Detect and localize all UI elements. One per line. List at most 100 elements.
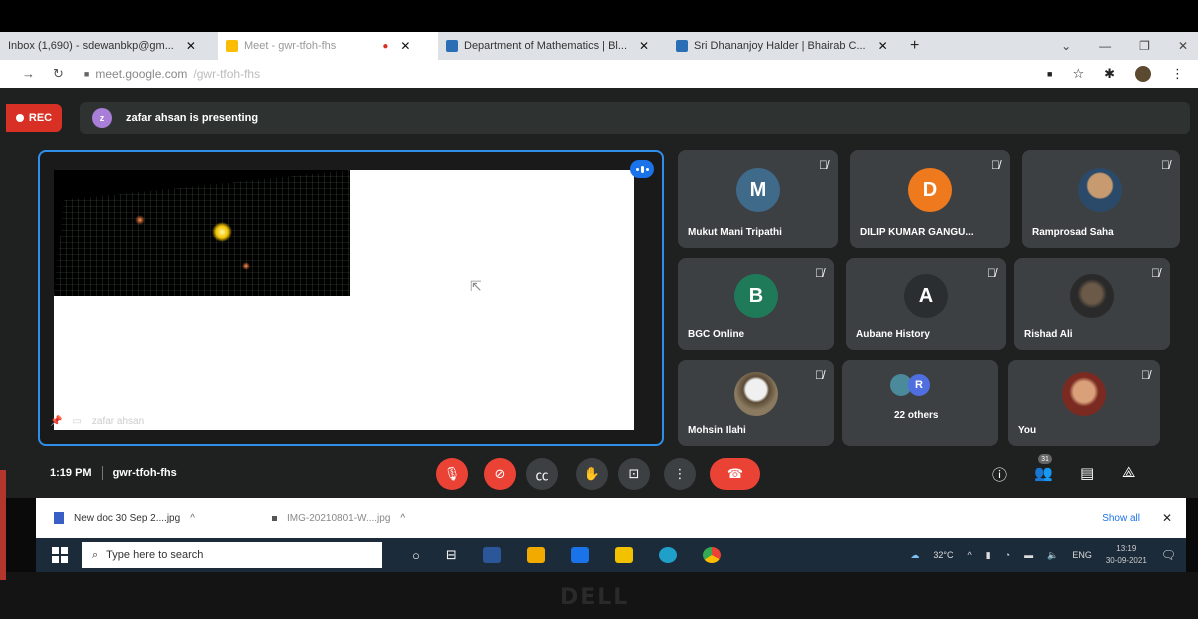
participant-tile[interactable]: 🎙̸ Rishad Ali (1014, 258, 1170, 350)
pinned-apps: ○ ⊟ (412, 547, 721, 563)
camera-indicator-icon[interactable]: ■ (1047, 69, 1052, 79)
close-icon[interactable]: ✕ (400, 39, 410, 53)
screen-share-icon: ▭ (72, 416, 82, 427)
avatar: B (734, 274, 778, 318)
close-icon[interactable]: ✕ (186, 39, 196, 53)
avatar: D (908, 168, 952, 212)
download-filename: IMG-20210801-W....jpg (287, 512, 391, 524)
close-shelf-icon[interactable]: ✕ (1162, 511, 1172, 525)
presentation-tile[interactable]: ⇱ 📌 ▭ zafar ahsan (38, 150, 664, 446)
others-count: 22 others (894, 410, 939, 421)
weather-temp[interactable]: 32°C (933, 550, 953, 560)
windows-taskbar: ⌕ Type here to search ○ ⊟ ☁ 32°C ^ ▮ ◔ ▬… (36, 538, 1186, 572)
others-avatar-stack: R (890, 374, 930, 396)
bookmark-star-icon[interactable]: ☆ (1072, 66, 1084, 82)
chrome-icon[interactable] (702, 547, 721, 563)
wifi-icon[interactable]: ◔ (1005, 550, 1010, 560)
weather-icon[interactable]: ☁ (910, 550, 919, 561)
url-field[interactable]: ■ meet.google.com/gwr-tfoh-fhs (84, 67, 260, 81)
others-tile[interactable]: R 22 others (842, 360, 998, 446)
participant-tile[interactable]: 🎙̸ A Aubane History (846, 258, 1006, 350)
task-view-icon[interactable]: ⊟ (446, 547, 457, 563)
forward-arrow-icon[interactable]: → (22, 66, 35, 82)
participant-tile[interactable]: 🎙̸ D DILIP KUMAR GANGU... (850, 150, 1010, 248)
participant-tile[interactable]: 🎙̸ M Mukut Mani Tripathi (678, 150, 838, 248)
recording-dot-icon: ● (382, 40, 389, 52)
battery-icon[interactable]: ▮ (986, 550, 991, 561)
cortana-icon[interactable]: ○ (412, 548, 420, 563)
activities-button[interactable]: ⟁ (1122, 464, 1135, 481)
download-item[interactable]: IMG-20210801-W....jpg ^ (272, 513, 472, 524)
taskbar-clock[interactable]: 13:19 30-09-2021 (1106, 543, 1147, 567)
volume-icon[interactable]: 🔈 (1047, 550, 1058, 561)
captions-button[interactable]: ㏄ (526, 458, 558, 490)
people-button[interactable]: 31 👥 (1034, 454, 1053, 482)
restore-icon[interactable]: ❐ (1139, 39, 1150, 53)
divider (101, 466, 103, 480)
chevron-up-icon[interactable]: ^ (967, 550, 971, 560)
tab-dept-math[interactable]: Department of Mathematics | Bl... ✕ (438, 32, 668, 60)
participant-tile[interactable]: 🎙̸ You (1008, 360, 1160, 446)
language-indicator[interactable]: ENG (1072, 550, 1092, 560)
close-icon[interactable]: ✕ (639, 39, 649, 53)
hang-up-icon: ☎ (726, 466, 744, 481)
search-placeholder: Type here to search (106, 549, 204, 561)
close-icon[interactable]: ✕ (878, 39, 888, 53)
word-icon[interactable] (482, 547, 501, 563)
profile-avatar[interactable] (1135, 66, 1151, 82)
mic-off-icon: 🎙̸ (815, 368, 824, 382)
reload-icon[interactable]: ↻ (53, 66, 64, 82)
site-favicon-icon (676, 40, 688, 52)
edge-icon[interactable] (658, 547, 677, 563)
mic-off-icon: 🎙̸ (991, 158, 1000, 172)
tab-gmail[interactable]: Inbox (1,690) - sdewanbkp@gm... ✕ (0, 32, 218, 60)
store-icon[interactable] (526, 547, 545, 563)
notification-icon[interactable]: 🗨 (1161, 548, 1176, 562)
tab-search-chevron-icon[interactable]: ⌄ (1061, 39, 1071, 53)
tab-meet[interactable]: Meet - gwr-tfoh-fhs ● ✕ (218, 32, 438, 60)
window-close-icon[interactable]: ✕ (1178, 39, 1188, 53)
leave-call-button[interactable]: ☎ (710, 458, 760, 490)
avatar (1070, 274, 1114, 318)
url-path: /gwr-tfoh-fhs (193, 67, 261, 81)
download-shelf: New doc 30 Sep 2....jpg ^ IMG-20210801-W… (36, 498, 1186, 538)
present-button[interactable]: ⊡ (618, 458, 650, 490)
avatar: R (908, 374, 930, 396)
clock-time: 13:19 (1116, 544, 1137, 553)
mail-icon[interactable] (570, 547, 589, 563)
participant-name: Ramprosad Saha (1032, 227, 1114, 238)
participant-tile[interactable]: 🎙̸ Mohsin Ilahi (678, 360, 834, 446)
menu-kebab-icon[interactable]: ⋮ (1171, 66, 1184, 82)
windows-start-icon[interactable] (52, 547, 68, 563)
tab-sri-dhananjoy[interactable]: Sri Dhananjoy Halder | Bhairab C... ✕ (668, 32, 898, 60)
chevron-up-icon[interactable]: ^ (190, 513, 195, 524)
minimize-icon[interactable]: — (1099, 39, 1111, 53)
download-item[interactable]: New doc 30 Sep 2....jpg ^ (54, 512, 254, 524)
mic-off-icon: 🎙 (443, 466, 461, 481)
chevron-up-icon[interactable]: ^ (400, 513, 405, 524)
file-explorer-icon[interactable] (614, 547, 633, 563)
image-file-icon (54, 512, 64, 524)
nav-buttons: → ↻ (22, 66, 64, 82)
captions-icon: ㏄ (535, 467, 549, 483)
pin-icon[interactable]: 📌 (50, 416, 62, 427)
mic-off-icon: 🎙̸ (1151, 266, 1160, 280)
more-options-button[interactable]: ⋮ (664, 458, 696, 490)
mic-off-icon: 🎙̸ (1141, 368, 1150, 382)
participant-name: Aubane History (856, 329, 930, 340)
meeting-details-button[interactable]: ⓘ (992, 464, 1007, 485)
extensions-puzzle-icon[interactable]: ✱ (1104, 66, 1115, 82)
taskbar-search-input[interactable]: ⌕ Type here to search (82, 542, 382, 568)
chat-button[interactable]: ▤ (1080, 464, 1094, 482)
camera-toggle-button[interactable]: ⊘ (484, 458, 516, 490)
network-icon[interactable]: ▬ (1024, 550, 1033, 560)
participant-tile[interactable]: 🎙̸ Ramprosad Saha (1022, 150, 1180, 248)
participant-tile[interactable]: 🎙̸ B BGC Online (678, 258, 834, 350)
show-all-link[interactable]: Show all (1102, 513, 1140, 524)
raise-hand-button[interactable]: ✋ (576, 458, 608, 490)
new-tab-button[interactable]: + (898, 37, 931, 55)
mic-toggle-button[interactable]: 🎙 (436, 458, 468, 490)
participant-name: Mohsin Ilahi (688, 425, 746, 436)
participant-name: BGC Online (688, 329, 745, 340)
avatar (1078, 168, 1122, 212)
